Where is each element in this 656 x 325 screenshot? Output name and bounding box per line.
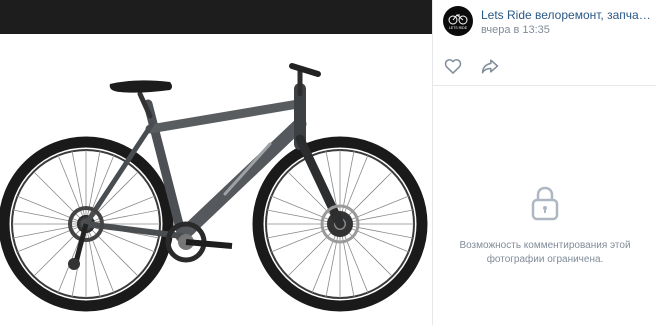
saddle [109,80,172,93]
photo-sidebar: LETS RIDE Lets Ride велоремонт, запчасти… [432,0,656,325]
post-actions [433,46,656,86]
share-button[interactable] [480,56,500,76]
avatar[interactable]: LETS RIDE [443,6,473,36]
author-name[interactable]: Lets Ride велоремонт, запчасти В... [481,8,651,22]
like-button[interactable] [443,56,463,76]
photo-top-bar [0,0,432,34]
heart-icon [444,58,462,74]
comments-locked: Возможность комментирования этой фотогра… [433,184,656,267]
bike-logo-icon: LETS RIDE [448,14,468,30]
comments-restricted-text: Возможность комментирования этой фотогра… [459,240,631,265]
post-header: LETS RIDE Lets Ride велоремонт, запчасти… [433,0,656,46]
post-timestamp[interactable]: вчера в 13:35 [481,24,550,36]
lock-icon [531,186,559,221]
share-arrow-icon [481,59,499,74]
avatar-text: LETS RIDE [449,26,468,30]
photo-viewer [0,0,432,325]
bike-photo[interactable] [0,34,432,325]
